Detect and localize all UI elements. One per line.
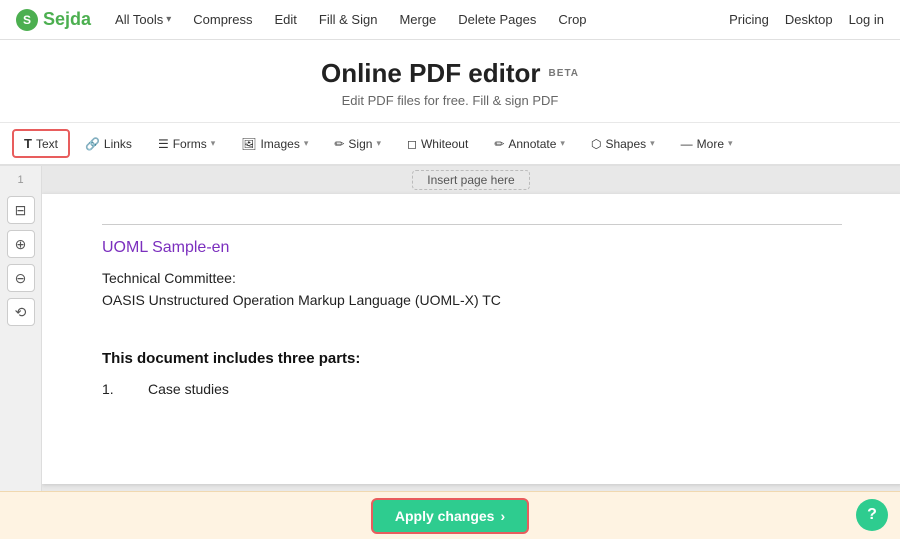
annotate-chevron-icon: ▾ [560, 138, 565, 149]
sign-chevron-icon: ▾ [376, 138, 381, 149]
logo-text: Sejda [43, 9, 91, 30]
shapes-icon: ⬡ [591, 137, 601, 151]
annotate-icon: ✏ [494, 137, 504, 151]
apply-arrow-icon: › [500, 508, 505, 524]
pdf-area: Insert page here UOML Sample-en Technica… [42, 166, 900, 529]
toolbar-whiteout[interactable]: ◻ Whiteout [396, 131, 479, 157]
nav-desktop[interactable]: Desktop [785, 12, 833, 27]
logo[interactable]: S Sejda [16, 9, 91, 31]
nav-all-tools[interactable]: All Tools ▾ [107, 8, 179, 31]
help-button[interactable]: ? [856, 499, 888, 531]
images-icon: 🖼 [241, 137, 256, 151]
header-right: Pricing Desktop Log in [729, 12, 884, 27]
nav-pricing[interactable]: Pricing [729, 12, 769, 27]
more-chevron-icon: ▾ [728, 138, 733, 149]
whiteout-icon: ◻ [407, 137, 417, 151]
list-label: Case studies [148, 377, 229, 402]
list-item: 1. Case studies [102, 377, 842, 402]
header: S Sejda All Tools ▾ Compress Edit Fill &… [0, 0, 900, 40]
toolbar-annotate[interactable]: ✏ Annotate ▾ [483, 131, 576, 157]
sign-icon: ✏ [334, 137, 344, 151]
links-icon: 🔗 [85, 137, 100, 151]
zoom-out-button[interactable]: ⊖ [7, 264, 35, 292]
main-area: 1 ⊟ ⊕ ⊖ ⟲ Insert page here UOML Sample-e… [0, 166, 900, 529]
rotate-icon: ⟲ [15, 304, 27, 321]
pdf-rule [102, 224, 842, 225]
text-icon: T [24, 136, 32, 151]
nav-fill-sign[interactable]: Fill & Sign [311, 8, 386, 31]
hero-section: Online PDF editor BETA Edit PDF files fo… [0, 40, 900, 123]
toolbar: T Text 🔗 Links ☰ Forms ▾ 🖼 Images ▾ ✏ Si… [0, 123, 900, 166]
list-num: 1. [102, 377, 132, 402]
forms-icon: ☰ [158, 137, 169, 151]
nav-compress[interactable]: Compress [185, 8, 260, 31]
insert-page-bar: Insert page here [42, 166, 900, 194]
pdf-document-title: UOML Sample-en [102, 239, 842, 257]
hero-title: Online PDF editor BETA [321, 58, 579, 89]
toolbar-links[interactable]: 🔗 Links [74, 131, 143, 157]
rotate-button[interactable]: ⟲ [7, 298, 35, 326]
page-number: 1 [17, 174, 23, 186]
hero-subtitle: Edit PDF files for free. Fill & sign PDF [0, 93, 900, 108]
bottom-bar: Apply changes › [0, 491, 900, 539]
pdf-section-title: This document includes three parts: [102, 350, 842, 367]
header-left: S Sejda All Tools ▾ Compress Edit Fill &… [16, 8, 595, 31]
toolbar-shapes[interactable]: ⬡ Shapes ▾ [580, 131, 666, 157]
toolbar-text[interactable]: T Text [12, 129, 70, 158]
shapes-chevron-icon: ▾ [650, 138, 655, 149]
nav-merge[interactable]: Merge [391, 8, 444, 31]
nav-login[interactable]: Log in [849, 12, 884, 27]
zoom-out-icon: ⊖ [15, 270, 27, 287]
toolbar-forms[interactable]: ☰ Forms ▾ [147, 131, 226, 157]
forms-chevron-icon: ▾ [211, 138, 216, 149]
pdf-page: UOML Sample-en Technical Committee: OASI… [42, 194, 900, 484]
fit-page-button[interactable]: ⊟ [7, 196, 35, 224]
logo-icon: S [16, 9, 38, 31]
toolbar-images[interactable]: 🖼 Images ▾ [230, 131, 319, 157]
zoom-in-icon: ⊕ [15, 236, 27, 253]
beta-badge: BETA [549, 68, 579, 79]
images-chevron-icon: ▾ [304, 138, 309, 149]
nav-edit[interactable]: Edit [267, 8, 305, 31]
side-tools: 1 ⊟ ⊕ ⊖ ⟲ [0, 166, 42, 529]
pdf-committee-value: OASIS Unstructured Operation Markup Lang… [102, 289, 842, 311]
more-icon: — [681, 137, 693, 151]
all-tools-chevron-icon: ▾ [166, 14, 171, 25]
toolbar-sign[interactable]: ✏ Sign ▾ [323, 131, 392, 157]
insert-page-button[interactable]: Insert page here [412, 170, 529, 190]
pdf-committee-label: Technical Committee: [102, 267, 842, 289]
toolbar-more[interactable]: — More ▾ [670, 131, 744, 157]
apply-changes-button[interactable]: Apply changes › [371, 498, 529, 534]
zoom-in-button[interactable]: ⊕ [7, 230, 35, 258]
nav-crop[interactable]: Crop [550, 8, 594, 31]
fit-page-icon: ⊟ [15, 202, 27, 219]
nav-delete-pages[interactable]: Delete Pages [450, 8, 544, 31]
